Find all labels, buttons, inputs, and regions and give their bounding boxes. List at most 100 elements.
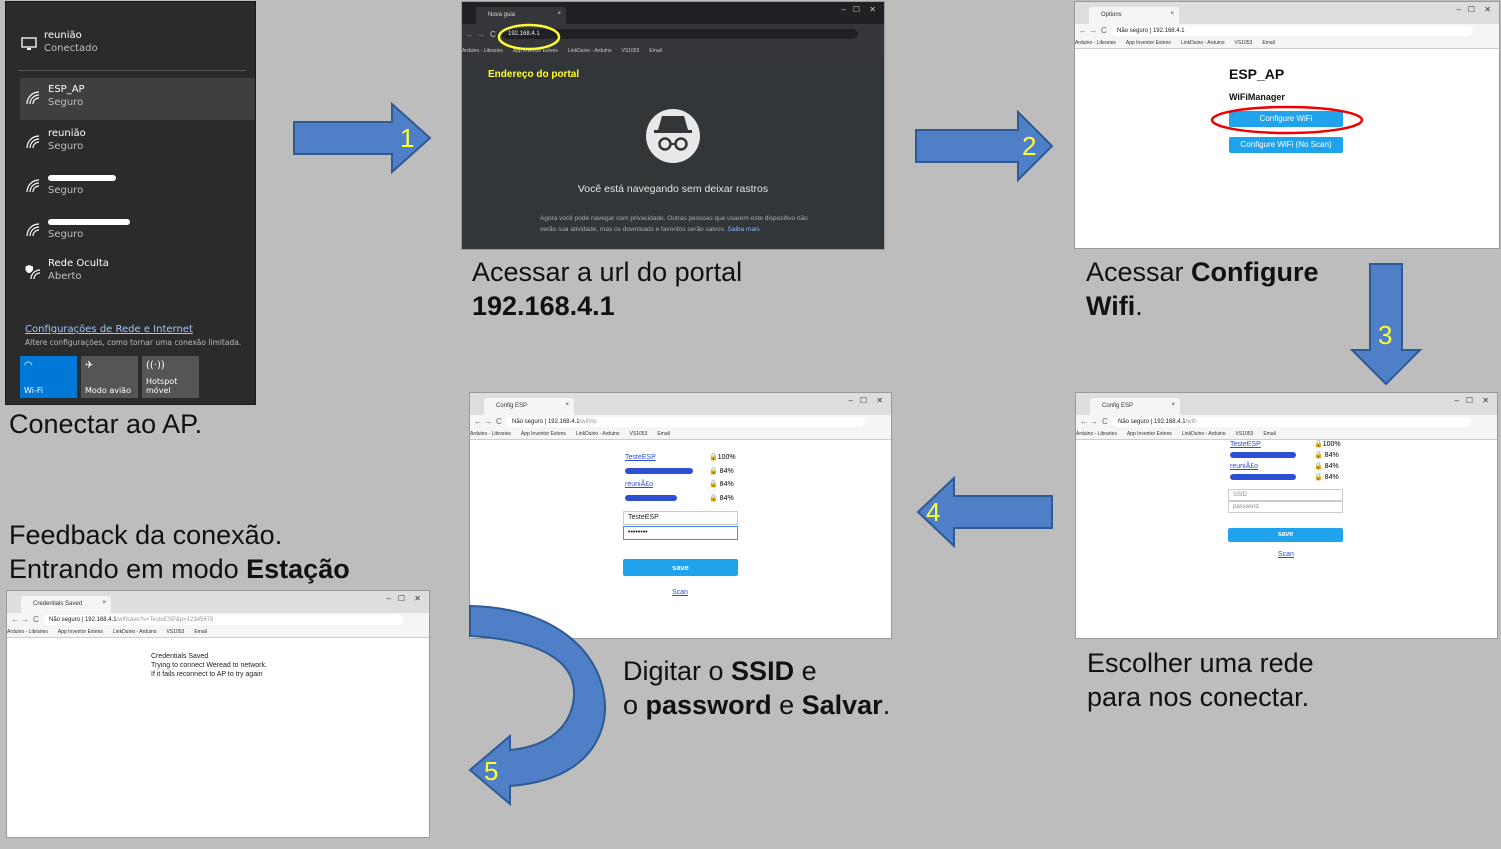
bookmark[interactable]: LinkDuino - Arduino	[1181, 40, 1225, 46]
configure-wifi-no-scan-button[interactable]: Configure WiFi (No Scan)	[1229, 137, 1343, 153]
connected-network[interactable]: reunião Conectado	[16, 24, 251, 66]
close-window-icon[interactable]: ✕	[414, 594, 421, 603]
network-item-rede-oculta[interactable]: Rede Oculta Aberto	[20, 252, 255, 294]
close-tab-icon[interactable]: ×	[557, 11, 561, 17]
arrow-number: 1	[400, 123, 414, 153]
bookmark[interactable]: Arduino - Libraries	[1076, 431, 1117, 437]
maximize-icon[interactable]: ☐	[1466, 396, 1473, 405]
list-item[interactable]: 🔒 84%	[1230, 472, 1345, 483]
list-item[interactable]: TesteESP 🔒100%	[1230, 439, 1345, 450]
mobile-hotspot-tile[interactable]: ((·)) Hotspot móvel	[142, 356, 199, 398]
back-icon[interactable]: ←	[1080, 417, 1088, 426]
list-item[interactable]: reuniÃ£o 🔒 84%	[1230, 461, 1345, 472]
list-item[interactable]: 🔒 84%	[1230, 450, 1345, 461]
forward-icon[interactable]: →	[1090, 417, 1098, 426]
scan-link[interactable]: Scan	[672, 589, 688, 596]
network-link[interactable]: reuniÃ£o	[625, 481, 653, 488]
bookmark[interactable]: VS1053	[1235, 40, 1253, 46]
close-tab-icon[interactable]: ×	[565, 402, 569, 408]
close-window-icon[interactable]: ✕	[869, 5, 876, 14]
bookmark[interactable]: Email	[649, 48, 662, 54]
bookmark[interactable]: Arduino - Libraries	[470, 431, 511, 437]
reload-icon[interactable]: C	[33, 615, 39, 624]
list-item[interactable]: 🔒 84%	[625, 492, 740, 506]
password-input[interactable]: password	[1228, 501, 1343, 513]
tab-config-esp[interactable]: Config ESP ×	[1090, 398, 1180, 415]
bookmark[interactable]: LinkDuino - Arduino	[113, 629, 157, 635]
bookmark[interactable]: Email	[1262, 40, 1275, 46]
save-button[interactable]: save	[1228, 528, 1343, 542]
bookmark[interactable]: LinkDuino - Arduino	[1182, 431, 1226, 437]
bookmark[interactable]: Email	[657, 431, 670, 437]
bookmark[interactable]: App Inventor Extens	[1126, 40, 1171, 46]
minimize-icon[interactable]: –	[1457, 5, 1461, 14]
network-item-esp-ap[interactable]: ESP_AP Seguro	[20, 78, 255, 120]
network-item-redacted[interactable]: Seguro	[20, 166, 255, 208]
bookmark[interactable]: VS1053	[622, 48, 640, 54]
maximize-icon[interactable]: ☐	[398, 594, 405, 603]
reload-icon[interactable]: C	[1102, 417, 1108, 426]
save-button[interactable]: save	[623, 559, 738, 576]
bookmark[interactable]: App Inventor Extens	[58, 629, 103, 635]
bookmark[interactable]: VS1053	[1236, 431, 1254, 437]
network-link[interactable]: TesteESP	[1230, 441, 1261, 448]
forward-icon[interactable]: →	[484, 417, 492, 426]
maximize-icon[interactable]: ☐	[860, 396, 867, 405]
ssid-input[interactable]: SSID	[1228, 489, 1343, 501]
forward-icon[interactable]: →	[477, 30, 485, 39]
maximize-icon[interactable]: ☐	[1468, 5, 1475, 14]
list-item[interactable]: 🔒 84%	[625, 465, 740, 479]
network-settings-link[interactable]: Configurações de Rede e Internet	[25, 324, 193, 335]
minimize-icon[interactable]: –	[1455, 396, 1459, 405]
reload-icon[interactable]: C	[496, 417, 502, 426]
maximize-icon[interactable]: ☐	[853, 5, 860, 14]
tab-credentials-saved[interactable]: Credentials Saved ×	[21, 596, 111, 613]
close-tab-icon[interactable]: ×	[102, 600, 106, 606]
network-item-reuniao[interactable]: reunião Seguro	[20, 122, 255, 164]
bookmark[interactable]: Email	[1263, 431, 1276, 437]
bookmark[interactable]: LinkDuino - Arduino	[576, 431, 620, 437]
ssid-input[interactable]: TesteESP	[623, 511, 738, 525]
reload-icon[interactable]: C	[490, 30, 496, 39]
scan-link[interactable]: Scan	[1278, 551, 1294, 558]
back-icon[interactable]: ←	[474, 417, 482, 426]
minimize-icon[interactable]: –	[842, 5, 846, 14]
minimize-icon[interactable]: –	[849, 396, 853, 405]
close-window-icon[interactable]: ✕	[1482, 396, 1489, 405]
bookmark[interactable]: VS1053	[167, 629, 185, 635]
close-window-icon[interactable]: ✕	[1484, 5, 1491, 14]
reload-icon[interactable]: C	[1101, 26, 1107, 35]
bookmark[interactable]: Email	[194, 629, 207, 635]
url-field[interactable]: Não seguro | 192.168.4.1	[1111, 26, 1473, 36]
bookmark[interactable]: App Inventor Extens	[1127, 431, 1172, 437]
bookmark[interactable]: App Inventor Extens	[521, 431, 566, 437]
bookmark[interactable]: Arduino - Libraries	[7, 629, 48, 635]
network-link[interactable]: TesteESP	[625, 454, 656, 461]
bookmark[interactable]: VS1053	[630, 431, 648, 437]
forward-icon[interactable]: →	[21, 615, 29, 624]
network-item-redacted[interactable]: Seguro	[20, 210, 255, 252]
learn-more-link[interactable]: Saiba mais	[728, 226, 760, 233]
close-tab-icon[interactable]: ×	[1170, 11, 1174, 17]
url-field[interactable]: Não seguro | 192.168.4.1/wifi#p	[506, 417, 865, 427]
bookmark[interactable]: LinkDuino - Arduino	[568, 48, 612, 54]
airplane-icon: ✈	[85, 360, 94, 371]
url-field[interactable]: Não seguro | 192.168.4.1/wifisave?s=Test…	[43, 615, 403, 625]
back-icon[interactable]: ←	[1079, 26, 1087, 35]
bookmark[interactable]: Arduino - Libraries	[1075, 40, 1116, 46]
close-window-icon[interactable]: ✕	[876, 396, 883, 405]
password-input[interactable]: ••••••••	[623, 526, 738, 540]
forward-icon[interactable]: →	[1089, 26, 1097, 35]
minimize-icon[interactable]: –	[387, 594, 391, 603]
tab-config-esp[interactable]: Config ESP ×	[484, 398, 574, 415]
network-link[interactable]: reuniÃ£o	[1230, 463, 1258, 470]
wifi-tile[interactable]: ◠ Wi-Fi	[20, 356, 77, 398]
back-icon[interactable]: ←	[11, 615, 19, 624]
list-item[interactable]: reuniÃ£o 🔒 84%	[625, 478, 740, 492]
close-tab-icon[interactable]: ×	[1171, 402, 1175, 408]
list-item[interactable]: TesteESP 🔒100%	[625, 451, 740, 465]
url-field[interactable]: Não seguro | 192.168.4.1/wifi	[1112, 417, 1471, 427]
tab-options[interactable]: Options ×	[1089, 7, 1179, 24]
airplane-mode-tile[interactable]: ✈ Modo avião	[81, 356, 138, 398]
back-icon[interactable]: ←	[466, 30, 474, 39]
